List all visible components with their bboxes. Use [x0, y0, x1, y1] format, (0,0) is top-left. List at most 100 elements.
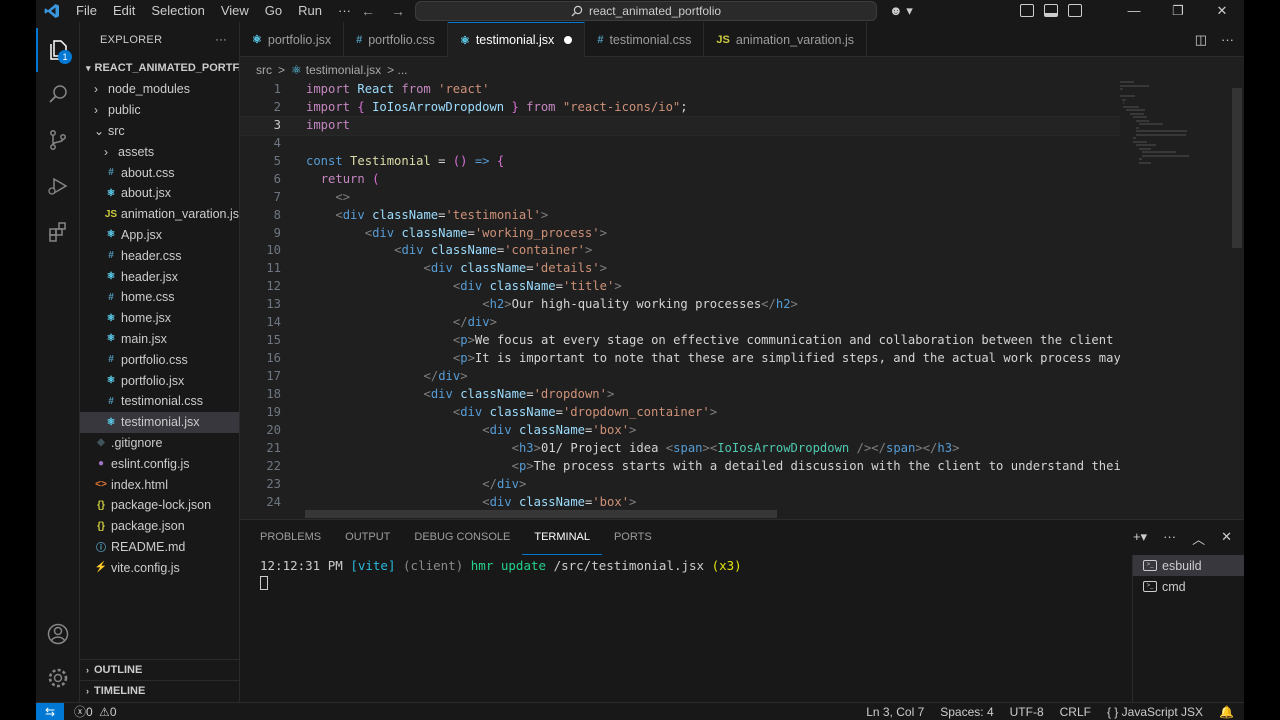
- tree-item[interactable]: # portfolio.css: [80, 349, 239, 370]
- code-line[interactable]: 13 <h2>Our high-quality working processe…: [240, 296, 1120, 314]
- code-line[interactable]: 15 <p>We focus at every stage on effecti…: [240, 332, 1120, 350]
- tab-debug-console[interactable]: DEBUG CONSOLE: [402, 520, 522, 555]
- tree-item[interactable]: › public: [80, 100, 239, 121]
- code-line[interactable]: 4: [240, 135, 1120, 153]
- code-line[interactable]: 16 <p>It is important to note that these…: [240, 350, 1120, 368]
- tab-ports[interactable]: PORTS: [602, 520, 664, 555]
- split-editor-icon[interactable]: ◫: [1195, 32, 1207, 48]
- tree-item[interactable]: ⚛ main.jsx: [80, 329, 239, 350]
- code-line[interactable]: 1 import React from 'react': [240, 81, 1120, 99]
- menu-run[interactable]: Run: [290, 0, 330, 22]
- tree-item[interactable]: › assets: [80, 141, 239, 162]
- encoding[interactable]: UTF-8: [1010, 703, 1044, 720]
- remote-indicator-icon[interactable]: ⇆: [36, 702, 64, 720]
- language-mode[interactable]: { } JavaScript JSX: [1107, 703, 1203, 720]
- tab-terminal[interactable]: TERMINAL: [522, 520, 602, 555]
- editor-tab[interactable]: ⚛ portfolio.jsx: [240, 22, 345, 57]
- toggle-secondary-sidebar-icon[interactable]: [1068, 4, 1082, 17]
- code-line[interactable]: 10 <div className='container'>: [240, 242, 1120, 260]
- terminal-item-esbuild[interactable]: >_ esbuild: [1133, 555, 1244, 576]
- code-line[interactable]: 14 </div>: [240, 314, 1120, 332]
- terminal-output[interactable]: 12:12:31 PM [vite] (client) hmr update /…: [260, 558, 742, 573]
- menu-go[interactable]: Go: [257, 0, 290, 22]
- cursor-position[interactable]: Ln 3, Col 7: [866, 703, 924, 720]
- code-line[interactable]: 20 <div className='box'>: [240, 422, 1120, 440]
- source-control-icon[interactable]: [36, 118, 80, 162]
- problems-status[interactable]: ⓧ0 ⚠0: [74, 703, 117, 720]
- maximize-panel-icon[interactable]: ︿: [1192, 529, 1205, 548]
- code-line[interactable]: 23 </div>: [240, 476, 1120, 494]
- extensions-icon[interactable]: [36, 210, 80, 254]
- code-line[interactable]: 22 <p>The process starts with a detailed…: [240, 458, 1120, 476]
- editor-tab[interactable]: # testimonial.css: [585, 22, 705, 57]
- tree-item[interactable]: ⚛ testimonial.jsx: [80, 411, 239, 433]
- tree-item[interactable]: # home.css: [80, 287, 239, 308]
- tree-item[interactable]: {} package.json: [80, 516, 239, 537]
- code-line[interactable]: 9 <div className='working_process'>: [240, 225, 1120, 243]
- code-line[interactable]: 6 return (: [240, 171, 1120, 189]
- vertical-scrollbar[interactable]: [1232, 88, 1242, 248]
- unsaved-dot-icon[interactable]: [564, 36, 573, 44]
- tree-item[interactable]: ⚛ App.jsx: [80, 225, 239, 246]
- code-line[interactable]: 18 <div className='dropdown'>: [240, 386, 1120, 404]
- back-arrow-icon[interactable]: ←: [361, 0, 375, 22]
- code-line[interactable]: 21 <h3>01/ Project idea <span><IoIosArro…: [240, 440, 1120, 458]
- more-actions-icon[interactable]: ···: [1221, 32, 1234, 48]
- search-view-icon[interactable]: [36, 72, 80, 116]
- copilot-icon[interactable]: ☻ ▾: [889, 0, 913, 22]
- code-line[interactable]: 19 <div className='dropdown_container'>: [240, 404, 1120, 422]
- menu-file[interactable]: File: [68, 0, 105, 22]
- menu-view[interactable]: View: [213, 0, 257, 22]
- panel-more-icon[interactable]: ···: [1163, 529, 1176, 548]
- timeline-section[interactable]: › TIMELINE: [80, 680, 239, 701]
- explorer-icon[interactable]: 1: [36, 28, 80, 72]
- minimap[interactable]: [1120, 81, 1230, 241]
- tree-item[interactable]: JS animation_varation.js: [80, 204, 239, 225]
- tree-item[interactable]: ● eslint.config.js: [80, 453, 239, 474]
- restore-icon[interactable]: ❐: [1156, 0, 1200, 22]
- tree-item[interactable]: ⓘ README.md: [80, 537, 239, 558]
- tree-item[interactable]: {} package-lock.json: [80, 495, 239, 516]
- new-terminal-icon[interactable]: +▾: [1133, 529, 1147, 548]
- settings-gear-icon[interactable]: [36, 656, 80, 700]
- tree-item[interactable]: ⚛ portfolio.jsx: [80, 370, 239, 391]
- tree-item[interactable]: # testimonial.css: [80, 391, 239, 412]
- breadcrumb-more[interactable]: > ...: [387, 63, 407, 77]
- accounts-icon[interactable]: [36, 612, 80, 656]
- breadcrumb-folder[interactable]: src: [256, 63, 272, 77]
- tree-item[interactable]: ⚡ vite.config.js: [80, 557, 239, 578]
- menu-edit[interactable]: Edit: [105, 0, 143, 22]
- command-center-search[interactable]: react_animated_portfolio: [415, 1, 877, 21]
- tree-item[interactable]: › node_modules: [80, 79, 239, 100]
- tree-item[interactable]: # header.css: [80, 245, 239, 266]
- tab-output[interactable]: OUTPUT: [333, 520, 402, 555]
- outline-section[interactable]: › OUTLINE: [80, 659, 239, 680]
- code-line[interactable]: 12 <div className='title'>: [240, 278, 1120, 296]
- run-debug-icon[interactable]: [36, 164, 80, 208]
- code-line[interactable]: 11 <div className='details'>: [240, 260, 1120, 278]
- code-line[interactable]: 3 import: [240, 115, 1120, 136]
- toggle-primary-sidebar-icon[interactable]: [1020, 4, 1034, 17]
- breadcrumb-file[interactable]: ⚛ testimonial.jsx: [291, 63, 381, 77]
- close-panel-icon[interactable]: ✕: [1221, 529, 1232, 548]
- notifications-bell-icon[interactable]: 🔔: [1219, 703, 1234, 720]
- line-endings[interactable]: CRLF: [1060, 703, 1091, 720]
- terminal-item-cmd[interactable]: >_ cmd: [1133, 576, 1244, 597]
- tab-problems[interactable]: PROBLEMS: [248, 520, 333, 555]
- menu-more[interactable]: ···: [330, 0, 359, 22]
- code-line[interactable]: 17 </div>: [240, 368, 1120, 386]
- close-icon[interactable]: ✕: [1200, 0, 1244, 22]
- tree-item[interactable]: ⌄ src: [80, 121, 239, 142]
- tree-item[interactable]: <> index.html: [80, 474, 239, 495]
- code-line[interactable]: 2 import { IoIosArrowDropdown } from "rea…: [240, 99, 1120, 117]
- project-root[interactable]: ▾ REACT_ANIMATED_PORTF...: [80, 57, 239, 79]
- horizontal-scrollbar[interactable]: [305, 510, 777, 518]
- explorer-more-icon[interactable]: ···: [215, 34, 227, 46]
- tree-item[interactable]: ⚛ home.jsx: [80, 308, 239, 329]
- tree-item[interactable]: # about.css: [80, 162, 239, 183]
- menu-selection[interactable]: Selection: [143, 0, 212, 22]
- editor-tab[interactable]: ⚛ testimonial.jsx: [447, 22, 586, 57]
- code-editor[interactable]: 1 import React from 'react' 2 import { IoIo…: [240, 81, 1120, 519]
- code-line[interactable]: 24 <div className='box'>: [240, 494, 1120, 512]
- toggle-panel-icon[interactable]: [1044, 4, 1058, 17]
